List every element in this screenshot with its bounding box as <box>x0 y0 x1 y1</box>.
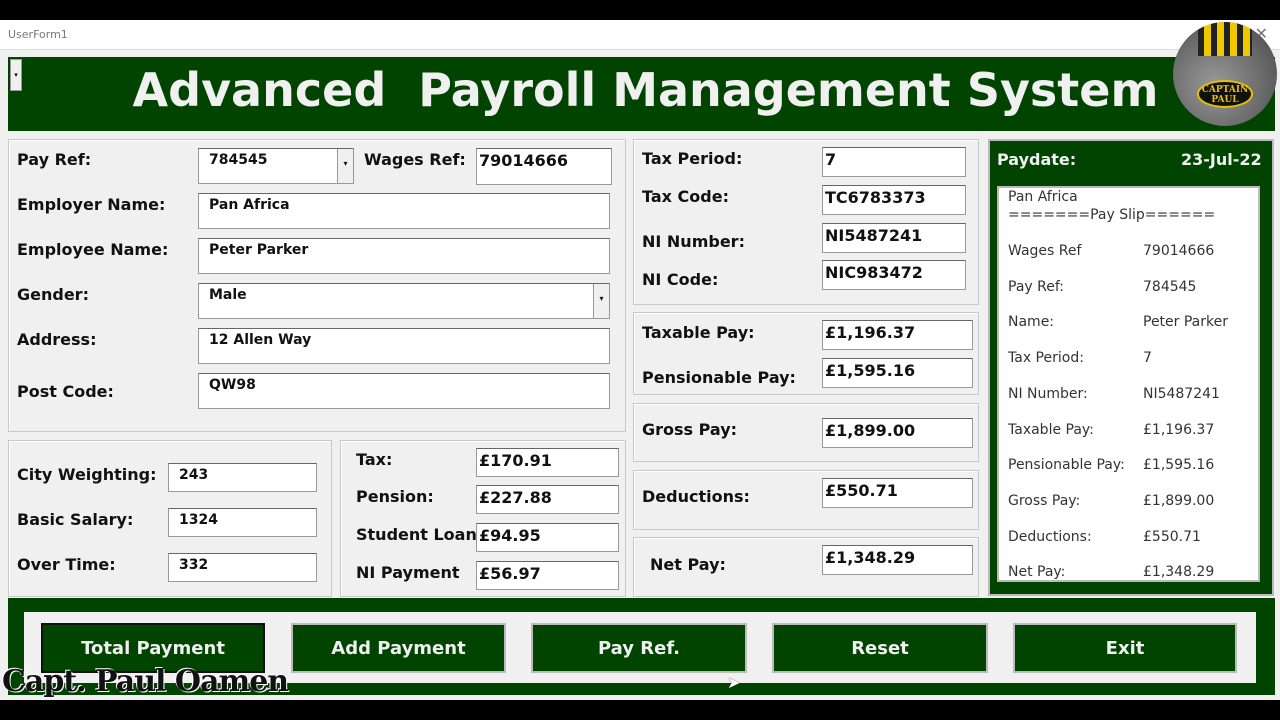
taxable-field[interactable]: £1,196.37 <box>822 320 973 350</box>
ni-label: NI Payment <box>356 563 460 582</box>
pay-ref-combo[interactable]: 784545 ▾ <box>198 148 354 184</box>
net-field[interactable]: £1,348.29 <box>822 545 973 575</box>
pay-ref-button[interactable]: Pay Ref. <box>531 623 747 673</box>
employer-label: Employer Name: <box>17 195 166 214</box>
payslip-key: Pensionable Pay: <box>1008 457 1125 474</box>
wages-ref-label: Wages Ref: <box>364 150 466 169</box>
gender-value: Male <box>209 287 247 303</box>
add-payment-button[interactable]: Add Payment <box>291 623 506 673</box>
tax-field[interactable]: £170.91 <box>476 448 619 477</box>
window-title: UserForm1 <box>8 28 68 41</box>
ni-code-field[interactable]: NIC983472 <box>822 260 966 290</box>
payslip-value: 7 <box>1143 350 1152 367</box>
basic-field[interactable]: 1324 <box>168 508 317 537</box>
header-banner: ▾ Advanced Payroll Management System <box>8 57 1275 131</box>
payslip-key: Deductions: <box>1008 528 1092 545</box>
city-field[interactable]: 243 <box>168 463 317 492</box>
city-label: City Weighting: <box>17 465 157 484</box>
payslip-key: NI Number: <box>1008 385 1088 402</box>
mouse-cursor-icon: ➤ <box>727 673 741 692</box>
payslip-value: £1,899.00 <box>1143 492 1215 509</box>
pay-ref-value: 784545 <box>209 152 268 168</box>
payslip-key: Taxable Pay: <box>1008 421 1094 438</box>
payslip-value: £550.71 <box>1143 528 1201 545</box>
payslip-value: 79014666 <box>1143 243 1215 259</box>
chevron-down-icon[interactable]: ▾ <box>593 284 609 318</box>
wages-ref-field[interactable]: 79014666 <box>476 148 612 185</box>
gross-label: Gross Pay: <box>642 420 738 439</box>
pension-label: Pension: <box>356 487 434 506</box>
payslip-heading: =======Pay Slip====== <box>1008 207 1216 223</box>
payslip-key: Gross Pay: <box>1008 492 1081 509</box>
exit-button[interactable]: Exit <box>1013 623 1237 673</box>
payslip-value: 784545 <box>1143 278 1197 295</box>
postcode-field[interactable]: QW98 <box>198 373 610 409</box>
taxable-label: Taxable Pay: <box>642 323 755 342</box>
captain-paul-logo: CAPTAIN PAUL <box>1173 22 1277 126</box>
author-watermark: Capt. Paul Oamen <box>2 664 289 699</box>
app-title: Advanced Payroll Management System <box>132 63 1159 117</box>
gender-label: Gender: <box>17 285 89 304</box>
ni-number-label: NI Number: <box>642 232 745 251</box>
payslip-value: £1,348.29 <box>1143 564 1215 581</box>
reset-button[interactable]: Reset <box>772 623 988 673</box>
payslip-value: £1,595.16 <box>1143 457 1215 474</box>
ni-number-field[interactable]: NI5487241 <box>822 223 966 253</box>
payslip-key: Net Pay: <box>1008 564 1066 581</box>
pay-ref-label: Pay Ref: <box>17 150 92 169</box>
pensionable-label: Pensionable Pay: <box>642 368 796 387</box>
code-field[interactable]: TC6783373 <box>822 185 966 215</box>
address-label: Address: <box>17 330 97 349</box>
gross-field[interactable]: £1,899.00 <box>822 418 973 448</box>
net-label: Net Pay: <box>650 555 726 574</box>
employer-field[interactable]: Pan Africa <box>198 193 610 229</box>
payslip-key: Name: <box>1008 314 1055 331</box>
period-field[interactable]: 7 <box>822 147 966 177</box>
overtime-label: Over Time: <box>17 555 116 574</box>
pension-field[interactable]: £227.88 <box>476 485 619 514</box>
postcode-label: Post Code: <box>17 382 114 401</box>
overtime-field[interactable]: 332 <box>168 553 317 582</box>
employee-label: Employee Name: <box>17 240 169 259</box>
employee-field[interactable]: Peter Parker <box>198 238 610 274</box>
payslip-key: Tax Period: <box>1008 350 1084 367</box>
title-bar: UserForm1 ✕ <box>0 20 1280 50</box>
ni-code-label: NI Code: <box>642 270 719 289</box>
paydate-label: Paydate: <box>997 150 1077 169</box>
payslip-company: Pan Africa <box>1008 189 1078 205</box>
ni-field[interactable]: £56.97 <box>476 561 619 590</box>
loan-field[interactable]: £94.95 <box>476 523 619 552</box>
paydate-value: 23-Jul-22 <box>1181 150 1262 169</box>
payslip-key: Pay Ref: <box>1008 278 1064 295</box>
loan-label: Student Loan <box>356 525 477 544</box>
chevron-down-icon[interactable]: ▾ <box>337 149 353 183</box>
payslip-key: Wages Ref <box>1008 243 1082 259</box>
pensionable-field[interactable]: £1,595.16 <box>822 358 973 388</box>
deductions-label: Deductions: <box>642 487 750 506</box>
period-label: Tax Period: <box>642 149 743 168</box>
gender-select[interactable]: Male ▾ <box>198 283 610 319</box>
payslip-value: Peter Parker <box>1143 314 1228 331</box>
payslip-value: £1,196.37 <box>1143 421 1215 438</box>
deductions-field[interactable]: £550.71 <box>822 478 973 508</box>
address-field[interactable]: 12 Allen Way <box>198 328 610 364</box>
tax-label: Tax: <box>356 450 393 469</box>
basic-label: Basic Salary: <box>17 510 134 529</box>
code-label: Tax Code: <box>642 187 729 206</box>
payslip-value: NI5487241 <box>1143 385 1220 402</box>
